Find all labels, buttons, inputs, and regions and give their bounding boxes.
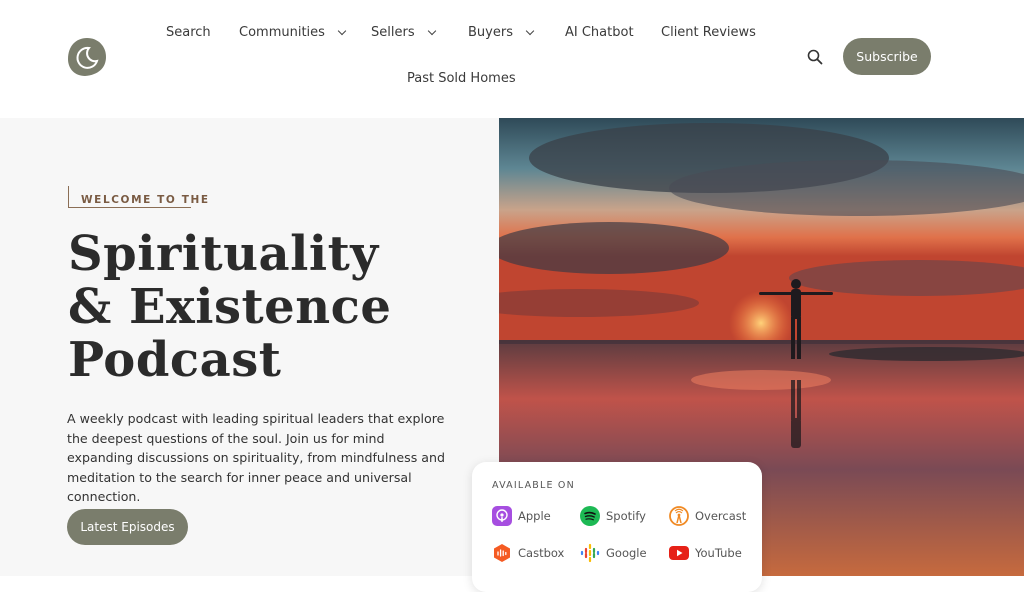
youtube-icon bbox=[669, 546, 689, 560]
site-header: Search Communities Sellers Buyers AI Cha… bbox=[0, 0, 1024, 118]
platform-label: Apple bbox=[518, 509, 551, 523]
eyebrow-text: WELCOME TO THE bbox=[81, 194, 210, 206]
nav-label: Past Sold Homes bbox=[407, 71, 516, 86]
platform-overcast[interactable]: Overcast bbox=[669, 506, 746, 526]
eyebrow-label: WELCOME TO THE bbox=[68, 186, 208, 208]
platform-spotify[interactable]: Spotify bbox=[580, 506, 646, 526]
platform-youtube[interactable]: YouTube bbox=[669, 543, 742, 563]
nav-buyers[interactable]: Buyers bbox=[468, 25, 535, 40]
available-on-card: AVAILABLE ON Apple Spotify Overcast Cast… bbox=[472, 462, 762, 592]
nav-label: AI Chatbot bbox=[565, 25, 634, 40]
chevron-down-icon bbox=[337, 26, 347, 35]
hero-description: A weekly podcast with leading spiritual … bbox=[67, 411, 445, 505]
chevron-down-icon bbox=[525, 26, 535, 35]
nav-label: Communities bbox=[239, 25, 325, 40]
platform-label: Overcast bbox=[695, 509, 747, 523]
search-icon[interactable] bbox=[806, 48, 824, 66]
nav-sellers[interactable]: Sellers bbox=[371, 25, 436, 40]
latest-episodes-button[interactable]: Latest Episodes bbox=[67, 509, 188, 545]
platform-label: Spotify bbox=[606, 509, 646, 523]
castbox-icon bbox=[494, 544, 510, 562]
title-line: Spirituality bbox=[68, 226, 379, 282]
nav-search[interactable]: Search bbox=[166, 25, 211, 40]
chevron-down-icon bbox=[427, 26, 436, 35]
title-line: & Existence bbox=[68, 279, 392, 335]
google-podcasts-icon bbox=[580, 543, 600, 563]
nav-label: Client Reviews bbox=[661, 25, 756, 40]
page-title: Spirituality & Existence Podcast bbox=[68, 228, 391, 387]
platform-google[interactable]: Google bbox=[580, 543, 647, 563]
apple-podcasts-icon bbox=[492, 506, 512, 526]
platform-label: YouTube bbox=[695, 546, 742, 560]
nav-label: Buyers bbox=[468, 25, 513, 40]
title-line: Podcast bbox=[68, 332, 282, 388]
nav-client-reviews[interactable]: Client Reviews bbox=[661, 25, 756, 40]
nav-label: Search bbox=[166, 25, 211, 40]
nav-ai-chatbot[interactable]: AI Chatbot bbox=[565, 25, 634, 40]
nav-communities[interactable]: Communities bbox=[239, 25, 347, 40]
overcast-icon bbox=[669, 506, 689, 526]
platform-castbox[interactable]: Castbox bbox=[492, 543, 564, 563]
spotify-icon bbox=[580, 506, 600, 526]
logo-icon[interactable] bbox=[67, 37, 107, 77]
platform-label: Google bbox=[606, 546, 647, 560]
nav-label: Sellers bbox=[371, 25, 415, 40]
available-on-label: AVAILABLE ON bbox=[492, 480, 575, 491]
platform-apple[interactable]: Apple bbox=[492, 506, 551, 526]
subscribe-button[interactable]: Subscribe bbox=[843, 38, 931, 75]
nav-past-sold-homes[interactable]: Past Sold Homes bbox=[407, 71, 516, 86]
platform-label: Castbox bbox=[518, 546, 565, 560]
